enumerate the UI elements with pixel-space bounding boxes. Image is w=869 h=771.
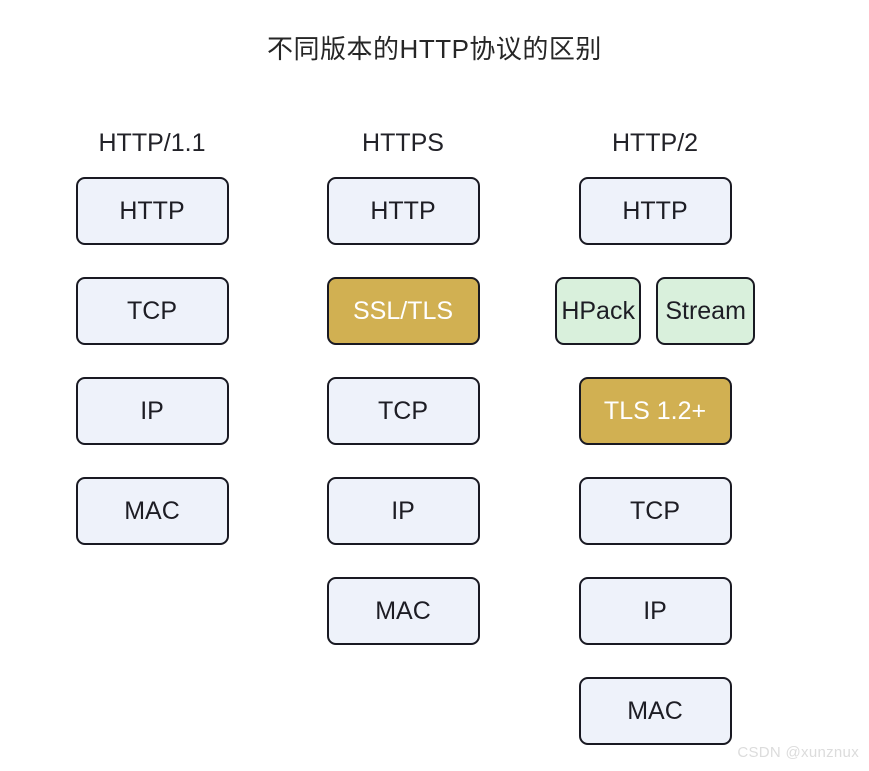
layer-box[interactable]: HTTP: [578, 177, 732, 245]
layer-box[interactable]: HTTP: [75, 177, 229, 245]
column-header: HTTP/2: [611, 129, 699, 157]
layer-row: HTTP: [303, 177, 503, 245]
layer-row: IP: [52, 377, 252, 445]
layer-box[interactable]: TCP: [75, 277, 229, 345]
layer-box[interactable]: Stream: [656, 277, 755, 345]
column-header: HTTP/1.1: [98, 129, 206, 157]
layer-row: TCP: [555, 477, 755, 545]
column-header: HTTPS: [362, 129, 444, 157]
layer-box[interactable]: HPack: [555, 277, 642, 345]
layer-box[interactable]: IP: [326, 477, 480, 545]
layer-row: MAC: [52, 477, 252, 545]
diagram-canvas: 不同版本的HTTP协议的区别 HTTP/1.1 HTTP TCP IP MAC HTTPS…: [0, 0, 869, 771]
stack-column-2: HTTPS HTTP SSL/TLS TCP IP MAC: [303, 128, 503, 645]
layer-box[interactable]: TCP: [578, 477, 732, 545]
layer-box[interactable]: IP: [578, 577, 732, 645]
layer-box[interactable]: IP: [75, 377, 229, 445]
watermark: CSDN @xunznux: [737, 744, 859, 761]
layer-box[interactable]: MAC: [578, 677, 732, 745]
page-title: 不同版本的HTTP协议的区别: [267, 34, 602, 64]
layer-row: IP: [555, 577, 755, 645]
layer-row: IP: [303, 477, 503, 545]
layer-row: MAC: [303, 577, 503, 645]
layer-box[interactable]: MAC: [75, 477, 229, 545]
layer-row: HTTP: [555, 177, 755, 245]
stack-column-3: HTTP/2 HTTP HPack Stream TLS 1.2+ TCP IP MAC: [555, 128, 755, 745]
layer-box[interactable]: TLS 1.2+: [578, 377, 732, 445]
layer-row: TCP: [52, 277, 252, 345]
layer-row: SSL/TLS: [303, 277, 503, 345]
layer-box[interactable]: TCP: [326, 377, 480, 445]
layer-box[interactable]: SSL/TLS: [326, 277, 480, 345]
layer-row: HTTP: [52, 177, 252, 245]
stack-column-1: HTTP/1.1 HTTP TCP IP MAC: [52, 128, 252, 545]
layer-row: HPack Stream: [555, 277, 755, 345]
layer-box[interactable]: MAC: [326, 577, 480, 645]
layer-row: TLS 1.2+: [555, 377, 755, 445]
layer-row: TCP: [303, 377, 503, 445]
layer-box[interactable]: HTTP: [326, 177, 480, 245]
layer-row: MAC: [555, 677, 755, 745]
